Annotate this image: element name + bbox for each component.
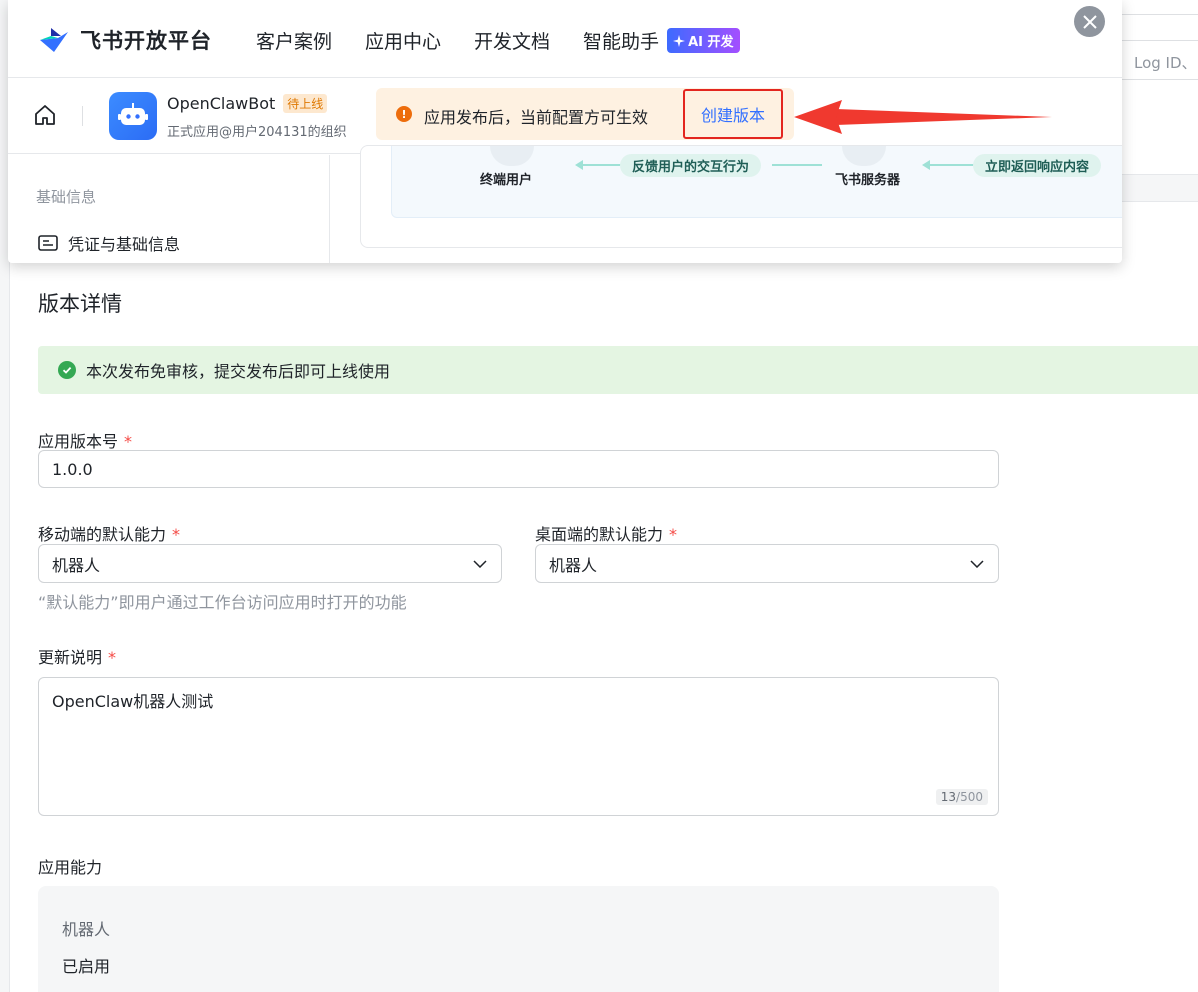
notes-textarea[interactable]: OpenClaw机器人测试 13/500 — [38, 677, 999, 816]
node-end-user: 终端用户 — [480, 173, 533, 188]
notes-label-text: 更新说明 — [38, 648, 103, 667]
background-right-panel: Log ID、 — [1122, 0, 1198, 202]
robot-icon — [118, 103, 148, 125]
flow-line — [582, 164, 622, 166]
version-label-text: 应用版本号 — [38, 432, 119, 451]
server-node-icon — [842, 146, 886, 166]
app-org: 正式应用@用户204131的组织 — [167, 125, 347, 140]
default-ability-hint: “默认能力”即用户通过工作台访问应用时打开的功能 — [38, 593, 407, 612]
app-avatar — [109, 92, 157, 140]
capability-name: 机器人 — [62, 920, 111, 939]
ai-badge-label: AI 开发 — [688, 35, 734, 50]
flow-response-label: 立即返回响应内容 — [973, 154, 1102, 177]
brand-logo[interactable]: 飞书开放平台 — [38, 25, 212, 55]
divider — [82, 106, 83, 126]
required-mark: * — [108, 648, 117, 667]
capability-state: 已启用 — [62, 957, 111, 976]
char-counter: 13/500 — [935, 789, 988, 805]
notice-text: 应用发布后，当前配置方可生效 — [424, 108, 649, 127]
divider — [1122, 14, 1198, 15]
desktop-default-select[interactable]: 机器人 — [535, 544, 999, 583]
close-button[interactable] — [1074, 6, 1105, 37]
nav-docs[interactable]: 开发文档 — [474, 27, 550, 54]
mobile-default-value: 机器人 — [52, 555, 101, 575]
user-node-icon — [490, 146, 534, 166]
feishu-logo-icon — [40, 28, 68, 52]
close-icon — [1082, 14, 1097, 29]
chevron-down-icon — [473, 559, 487, 568]
nav-cases[interactable]: 客户案例 — [256, 27, 332, 54]
mobile-default-label-text: 移动端的默认能力 — [38, 525, 167, 544]
flow-line — [929, 164, 979, 166]
chevron-down-icon — [970, 559, 984, 568]
id-card-icon — [38, 235, 58, 251]
brand-name: 飞书开放平台 — [80, 29, 212, 53]
annotation-arrow-icon — [794, 100, 1052, 134]
success-alert: 本次发布免审核，提交发布后即可上线使用 — [38, 346, 1198, 394]
flow-feedback-label: 反馈用户的交互行为 — [620, 154, 762, 177]
version-label: 应用版本号 * — [38, 428, 132, 452]
app-name: OpenClawBot 待上线 — [167, 94, 328, 113]
event-flow-diagram: 终端用户 反馈用户的交互行为 飞书服务器 立即返回响应内容 — [391, 146, 1122, 218]
char-max: /500 — [956, 790, 983, 804]
success-text: 本次发布免审核，提交发布后即可上线使用 — [86, 362, 391, 381]
nav-links: 客户案例 应用中心 开发文档 智能助手 AI 开发 — [256, 27, 740, 54]
desktop-default-label-text: 桌面端的默认能力 — [535, 525, 664, 544]
flow-line — [772, 164, 822, 166]
desktop-default-value: 机器人 — [549, 555, 598, 575]
sidebar-section-title: 基础信息 — [36, 188, 97, 206]
char-count: 13 — [940, 790, 957, 804]
required-mark: * — [172, 525, 181, 544]
publish-notice: ! 应用发布后，当前配置方可生效 创建版本 — [376, 88, 794, 140]
event-flow-card: 终端用户 反馈用户的交互行为 飞书服务器 立即返回响应内容 — [360, 145, 1122, 248]
notes-text: OpenClaw机器人测试 — [52, 692, 214, 711]
sparkle-icon — [673, 34, 686, 47]
nav-app-center[interactable]: 应用中心 — [365, 27, 441, 54]
mobile-default-label: 移动端的默认能力 * — [38, 521, 180, 545]
sidebar: 基础信息 凭证与基础信息 — [8, 155, 330, 263]
required-mark: * — [124, 432, 133, 451]
node-feishu-server: 飞书服务器 — [835, 173, 901, 188]
top-nav: 飞书开放平台 客户案例 应用中心 开发文档 智能助手 AI 开发 — [8, 0, 1122, 78]
page-title: 版本详情 — [38, 292, 122, 316]
sidebar-item-credentials[interactable]: 凭证与基础信息 — [38, 231, 180, 255]
home-icon[interactable] — [34, 104, 56, 126]
version-input[interactable]: 1.0.0 — [38, 450, 999, 488]
platform-popup: 飞书开放平台 客户案例 应用中心 开发文档 智能助手 AI 开发 OpenCla… — [8, 0, 1122, 263]
sidebar-item-label: 凭证与基础信息 — [68, 235, 181, 254]
capability-label: 应用能力 — [38, 858, 103, 877]
required-mark: * — [669, 525, 678, 544]
desktop-default-label: 桌面端的默认能力 * — [535, 521, 677, 545]
create-version-button[interactable]: 创建版本 — [683, 89, 783, 139]
capability-card: 机器人 已启用 — [38, 886, 999, 992]
nav-assistant[interactable]: 智能助手 — [583, 27, 659, 54]
log-search-input[interactable]: Log ID、 — [1122, 40, 1198, 80]
table-header-band — [1122, 174, 1198, 202]
app-name-text: OpenClawBot — [167, 94, 276, 113]
notes-label: 更新说明 * — [38, 644, 116, 668]
mobile-default-select[interactable]: 机器人 — [38, 544, 502, 583]
ai-badge[interactable]: AI 开发 — [667, 28, 740, 53]
status-badge: 待上线 — [283, 94, 328, 113]
warning-icon: ! — [396, 106, 412, 122]
check-circle-icon — [58, 361, 76, 379]
